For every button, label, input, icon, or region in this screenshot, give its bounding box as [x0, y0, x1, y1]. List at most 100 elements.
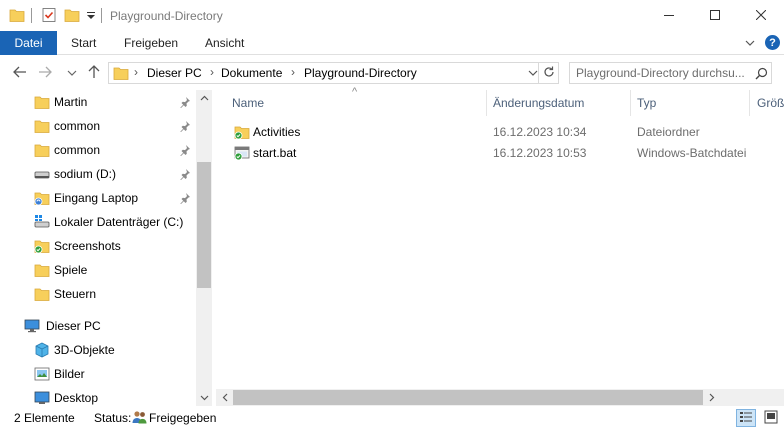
arrow-up-icon: [88, 64, 100, 82]
properties-icon[interactable]: [41, 7, 57, 23]
details-view-icon: [739, 411, 753, 426]
sidebar-item[interactable]: Desktop: [0, 386, 196, 406]
pin-icon[interactable]: [179, 96, 191, 108]
address-bar[interactable]: › Dieser PC › Dokumente › Playground-Dir…: [108, 62, 539, 84]
column-divider[interactable]: [630, 90, 631, 116]
ribbon: Datei Start Freigeben Ansicht ?: [0, 31, 784, 55]
sidebar-item-label: Steuern: [54, 287, 97, 301]
window-title: Playground-Directory: [110, 9, 223, 23]
sidebar-item-label: Martin: [54, 95, 88, 109]
details-view-button[interactable]: [736, 409, 756, 427]
sidebar-item-label: Desktop: [54, 391, 99, 405]
horizontal-scrollbar[interactable]: [216, 389, 784, 406]
recent-locations-button[interactable]: [63, 64, 81, 82]
status-bar: 2 Elemente Status: Freigegeben: [0, 406, 784, 430]
sidebar-item[interactable]: 3D-Objekte: [0, 338, 196, 362]
file-row[interactable]: Activities 16.12.2023 10:34 Dateiordner: [232, 121, 772, 142]
breadcrumb-dokumente[interactable]: Dokumente: [221, 66, 282, 80]
maximize-button[interactable]: [692, 0, 738, 31]
column-header-type[interactable]: Typ: [637, 90, 747, 116]
folder-icon: [34, 262, 50, 278]
close-button[interactable]: [738, 0, 784, 31]
column-divider[interactable]: [486, 90, 487, 116]
sidebar-item[interactable]: Martin: [0, 90, 196, 114]
scrollbar-thumb[interactable]: [197, 162, 211, 288]
navigation-bar: › Dieser PC › Dokumente › Playground-Dir…: [0, 55, 784, 90]
pin-icon[interactable]: [179, 192, 191, 204]
pin-icon[interactable]: [179, 144, 191, 156]
sidebar-item[interactable]: Dieser PC: [0, 314, 196, 338]
pin-icon[interactable]: [179, 120, 191, 132]
back-button[interactable]: [11, 64, 29, 82]
file-type: Windows-Batchdatei: [637, 146, 747, 160]
scroll-right-icon[interactable]: [703, 389, 720, 406]
status-label: Status:: [94, 411, 132, 425]
scrollbar-thumb[interactable]: [233, 390, 703, 405]
breadcrumb-dieser-pc[interactable]: Dieser PC: [147, 66, 202, 80]
chevron-right-icon[interactable]: ›: [134, 65, 138, 79]
sidebar-item-label: Screenshots: [54, 239, 121, 253]
file-name: start.bat: [253, 146, 297, 160]
navigation-pane: Martin common common sodium (D:) Eingang Lap…: [0, 90, 212, 406]
folder-icon: [34, 142, 50, 158]
arrow-left-icon: [13, 66, 27, 81]
help-icon[interactable]: ?: [765, 35, 780, 50]
search-icon[interactable]: [755, 67, 768, 80]
sidebar-item-label: sodium (D:): [54, 167, 117, 181]
tab-ansicht[interactable]: Ansicht: [205, 31, 244, 55]
pin-icon[interactable]: [179, 168, 191, 180]
chevron-right-icon[interactable]: ›: [291, 65, 295, 79]
tab-datei[interactable]: Datei: [0, 31, 57, 55]
new-folder-icon[interactable]: [64, 7, 80, 23]
maximize-icon: [710, 9, 720, 23]
quick-access-separator: [31, 8, 32, 23]
sidebar-item-label: Bilder: [54, 367, 85, 381]
scroll-left-icon[interactable]: [216, 389, 233, 406]
close-icon: [755, 9, 767, 23]
forward-button[interactable]: [36, 64, 54, 82]
column-divider[interactable]: [749, 90, 750, 116]
customize-quick-access-icon[interactable]: [85, 7, 101, 23]
drive-icon: [34, 166, 50, 182]
sidebar-item[interactable]: sodium (D:): [0, 162, 196, 186]
navigation-scrollbar[interactable]: [196, 90, 212, 406]
sidebar-item[interactable]: common: [0, 138, 196, 162]
column-header-size[interactable]: Größe: [757, 90, 784, 116]
folder-icon: [34, 94, 50, 110]
large-icons-view-icon: [764, 410, 778, 427]
chevron-down-icon: [67, 66, 77, 80]
sync-folder-icon: [34, 190, 50, 206]
scroll-down-icon[interactable]: [196, 390, 212, 406]
minimize-button[interactable]: [646, 0, 692, 31]
column-header-date[interactable]: Änderungsdatum: [493, 90, 628, 116]
arrow-right-icon: [38, 66, 52, 81]
sidebar-item[interactable]: Spiele: [0, 258, 196, 282]
address-history-chevron-icon[interactable]: [527, 67, 539, 79]
sidebar-item[interactable]: Bilder: [0, 362, 196, 386]
sidebar-item-label: Eingang Laptop: [54, 191, 139, 205]
expand-ribbon-chevron-icon[interactable]: [743, 36, 757, 50]
sidebar-item[interactable]: Eingang Laptop: [0, 186, 196, 210]
sidebar-item[interactable]: common: [0, 114, 196, 138]
refresh-button[interactable]: [539, 62, 559, 84]
sidebar-item-label: common: [54, 119, 101, 133]
large-icons-view-button[interactable]: [761, 409, 781, 427]
sidebar-item[interactable]: Steuern: [0, 282, 196, 306]
tab-freigeben[interactable]: Freigeben: [124, 31, 178, 55]
column-header-name[interactable]: Name: [232, 90, 482, 116]
shared-users-icon: [131, 409, 148, 425]
sidebar-item-label: Dieser PC: [46, 319, 101, 333]
search-input[interactable]: Playground-Directory durchsu...: [569, 62, 772, 84]
sidebar-item-label: 3D-Objekte: [54, 343, 115, 357]
sidebar-item[interactable]: Lokaler Datenträger (C:): [0, 210, 196, 234]
scrollbar-corner: [720, 389, 784, 406]
tab-start[interactable]: Start: [71, 31, 96, 55]
breadcrumb-playground-directory[interactable]: Playground-Directory: [304, 66, 417, 80]
sidebar-item[interactable]: Screenshots: [0, 234, 196, 258]
chevron-right-icon[interactable]: ›: [210, 65, 214, 79]
up-button[interactable]: [85, 64, 103, 82]
status-value: Freigegeben: [149, 411, 217, 425]
file-type: Dateiordner: [637, 125, 700, 139]
scroll-up-icon[interactable]: [196, 90, 212, 106]
file-row[interactable]: start.bat 16.12.2023 10:53 Windows-Batch…: [232, 142, 772, 163]
